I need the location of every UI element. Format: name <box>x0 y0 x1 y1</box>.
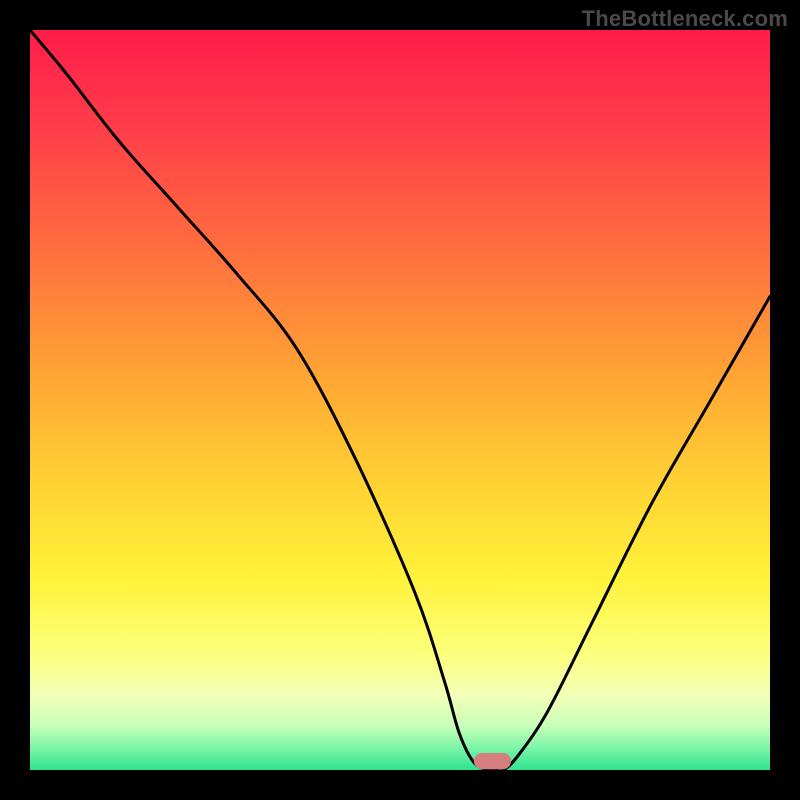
chart-frame: TheBottleneck.com <box>0 0 800 800</box>
watermark-text: TheBottleneck.com <box>582 6 788 32</box>
bottleneck-chart <box>30 30 770 770</box>
gradient-background <box>30 30 770 770</box>
optimal-marker <box>474 753 511 769</box>
plot-area <box>30 30 770 770</box>
